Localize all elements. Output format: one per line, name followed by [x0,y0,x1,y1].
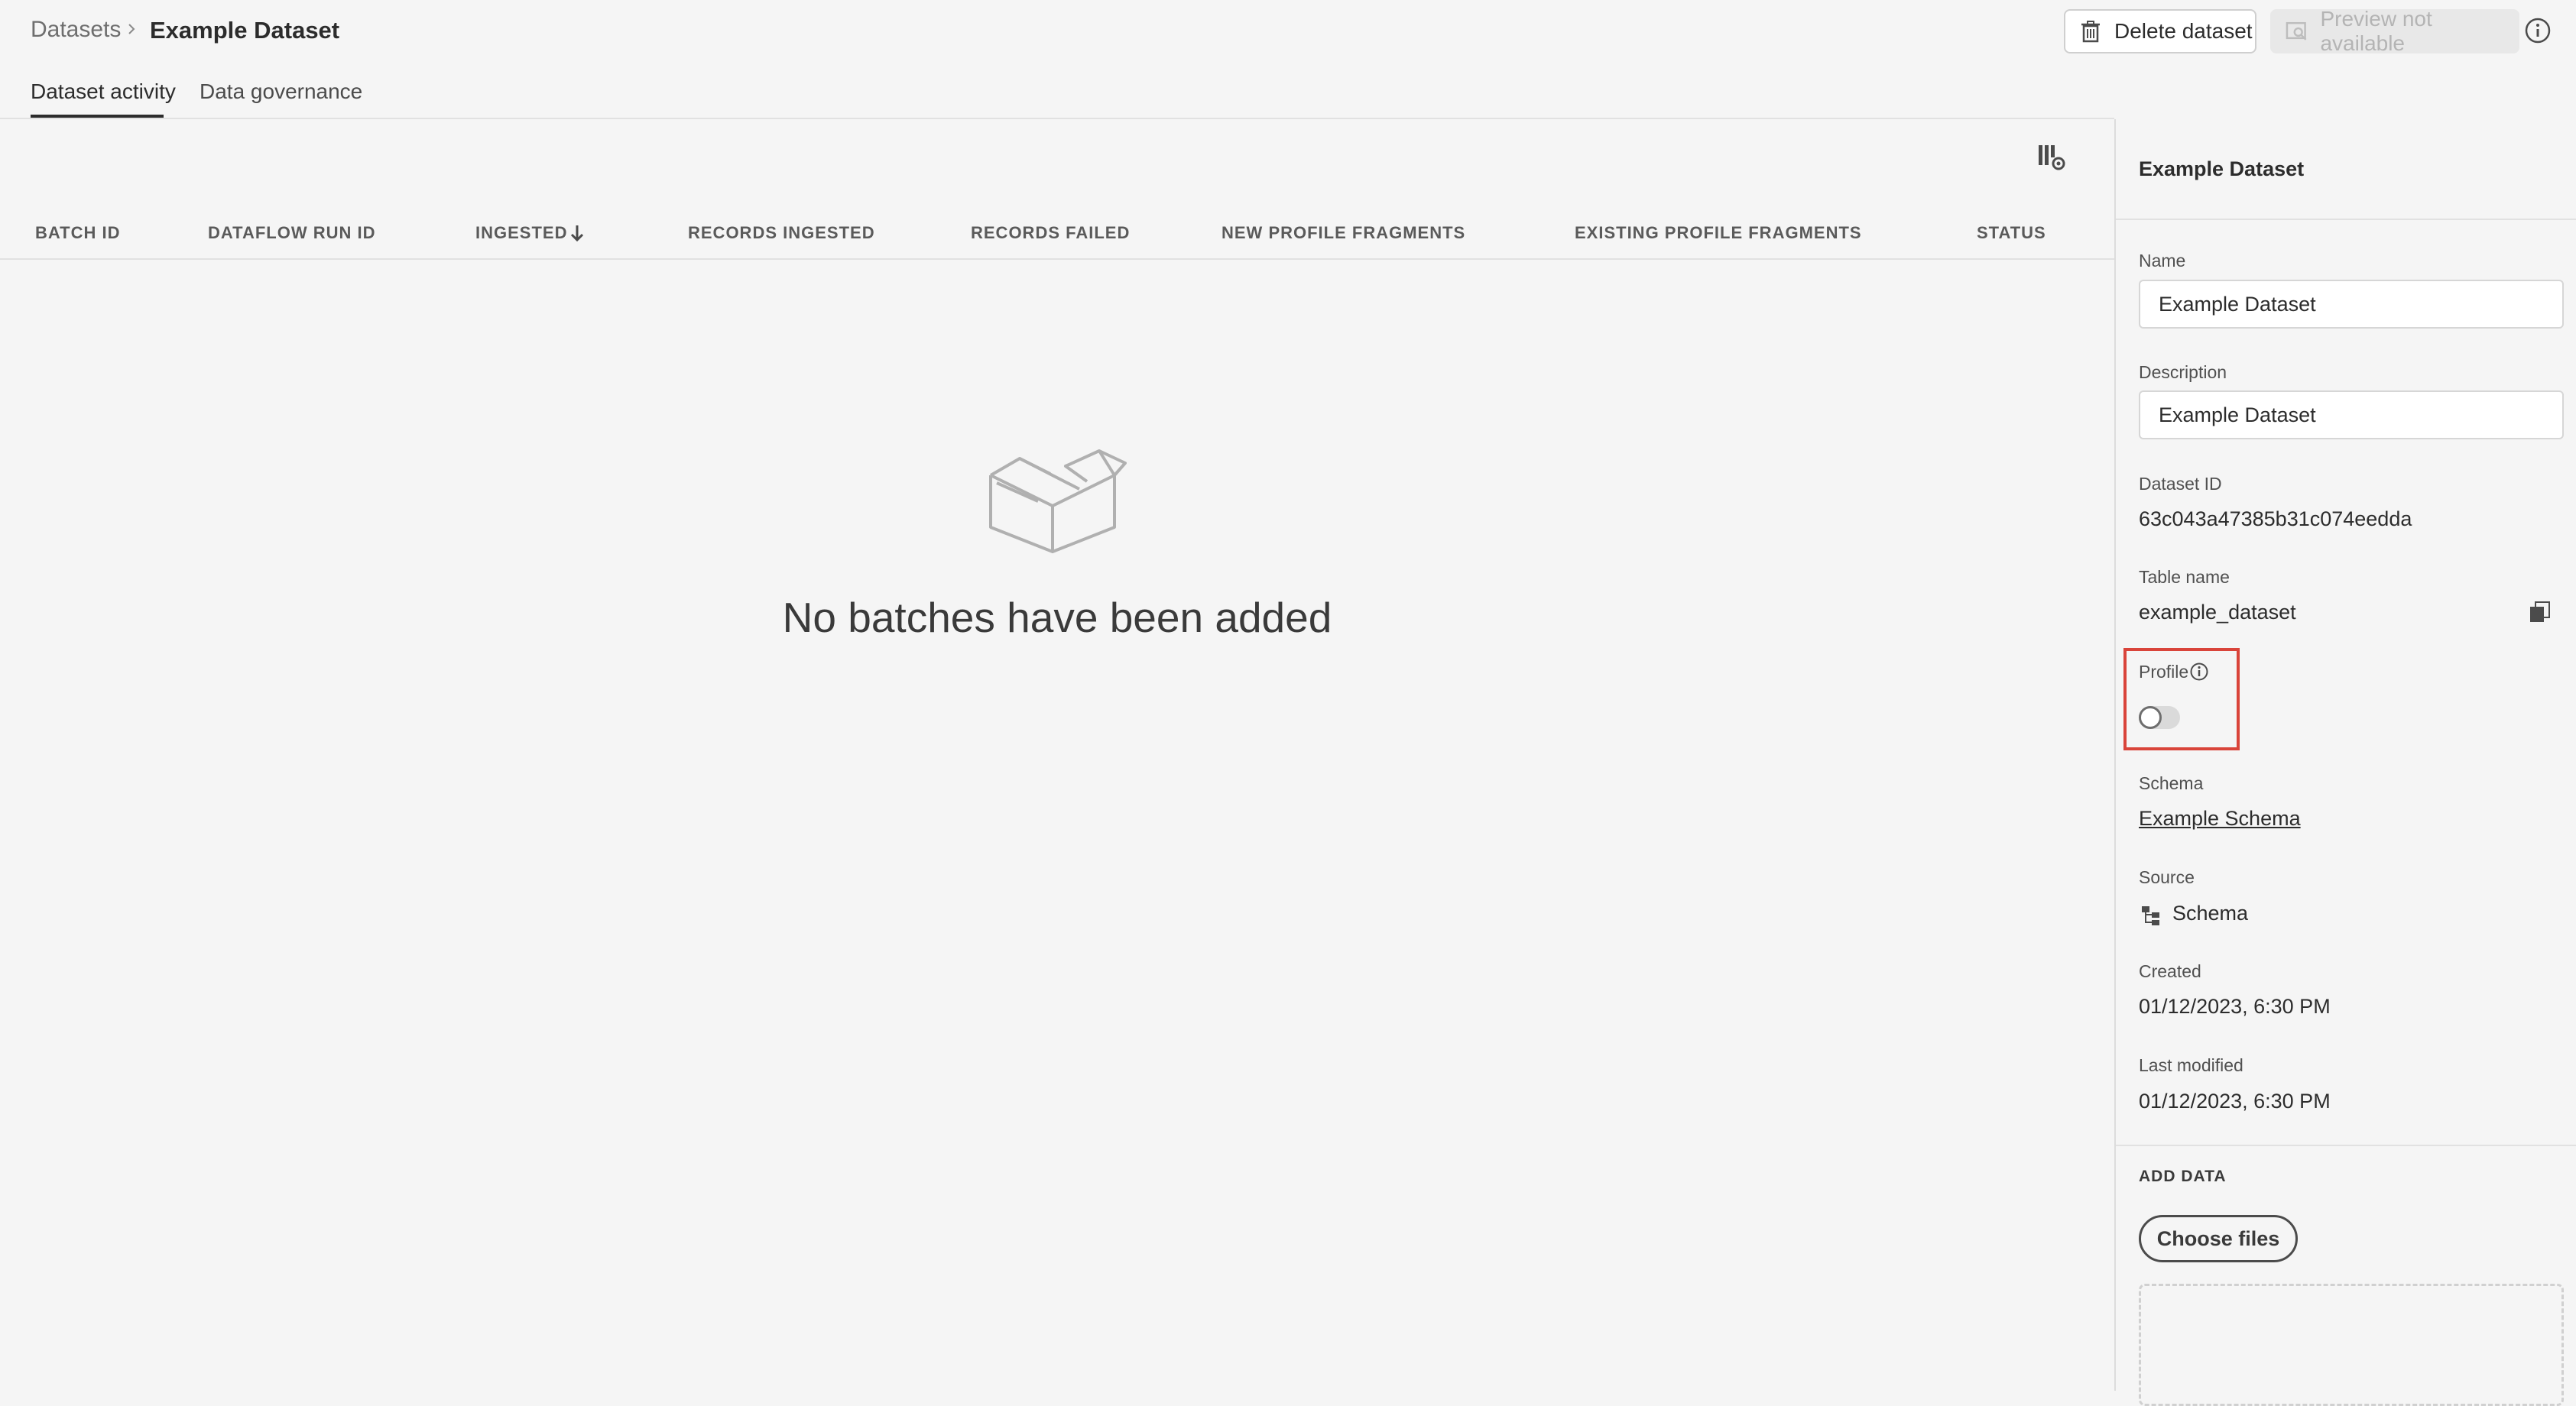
column-header-new-profile-fragments[interactable]: NEW PROFILE FRAGMENTS [1221,223,1465,243]
column-header-dataflow-run-id[interactable]: DATAFLOW RUN ID [208,223,375,243]
column-header-existing-profile-fragments[interactable]: EXISTING PROFILE FRAGMENTS [1575,223,1862,243]
page-title: Example Dataset [150,17,340,44]
description-field[interactable]: Example Dataset [2139,390,2564,439]
details-divider [2116,219,2576,220]
dataset-id-value: 63c043a47385b31c074eedda [2139,507,2412,530]
tab-data-governance[interactable]: Data governance [200,79,362,104]
schema-link[interactable]: Example Schema [2139,807,2301,831]
details-title: Example Dataset [2139,157,2305,180]
column-header-batch-id[interactable]: BATCH ID [35,223,120,243]
source-value: Schema [2172,902,2249,925]
info-icon[interactable] [2189,662,2209,682]
tabs-divider [0,118,2114,119]
description-label: Description [2139,362,2227,382]
choose-files-button[interactable]: Choose files [2139,1215,2298,1262]
empty-box-icon [989,449,1127,553]
column-header-records-ingested[interactable]: RECORDS INGESTED [688,223,875,243]
copy-icon[interactable] [2527,599,2553,625]
file-drop-zone[interactable] [2139,1284,2564,1406]
schema-source-icon [2142,906,2159,925]
delete-dataset-button[interactable]: Delete dataset [2064,9,2256,53]
created-label: Created [2139,961,2201,981]
schema-label: Schema [2139,773,2204,793]
empty-state-message: No batches have been added [782,594,1332,641]
profile-label: Profile [2139,662,2189,682]
profile-toggle-knob [2139,706,2162,729]
column-header-ingested[interactable]: INGESTED [475,223,567,243]
name-label: Name [2139,251,2186,271]
name-field[interactable]: Example Dataset [2139,280,2564,329]
preview-icon [2286,21,2307,40]
breadcrumb-datasets-link[interactable]: Datasets [31,17,121,43]
column-header-status[interactable]: STATUS [1977,223,2046,243]
chevron-right-icon [128,24,135,34]
add-data-divider [2116,1145,2576,1146]
last-modified-value: 01/12/2023, 6:30 PM [2139,1090,2331,1113]
column-header-records-failed[interactable]: RECORDS FAILED [971,223,1130,243]
created-value: 01/12/2023, 6:30 PM [2139,995,2331,1018]
source-label: Source [2139,867,2195,887]
preview-dataset-label: Preview not available [2320,7,2432,55]
tab-dataset-activity[interactable]: Dataset activity [31,79,176,104]
dataset-id-label: Dataset ID [2139,474,2222,494]
preview-dataset-button[interactable]: Preview not available [2270,7,2519,55]
last-modified-label: Last modified [2139,1055,2243,1075]
add-data-heading: ADD DATA [2139,1168,2227,1185]
sort-descending-icon[interactable] [567,222,587,245]
table-name-value: example_dataset [2139,601,2296,624]
table-header-divider [0,258,2114,260]
delete-dataset-label: Delete dataset [2114,19,2253,43]
info-icon[interactable] [2524,17,2552,44]
trash-icon [2081,21,2100,43]
table-name-label: Table name [2139,567,2230,587]
column-settings-icon[interactable] [2036,142,2067,173]
